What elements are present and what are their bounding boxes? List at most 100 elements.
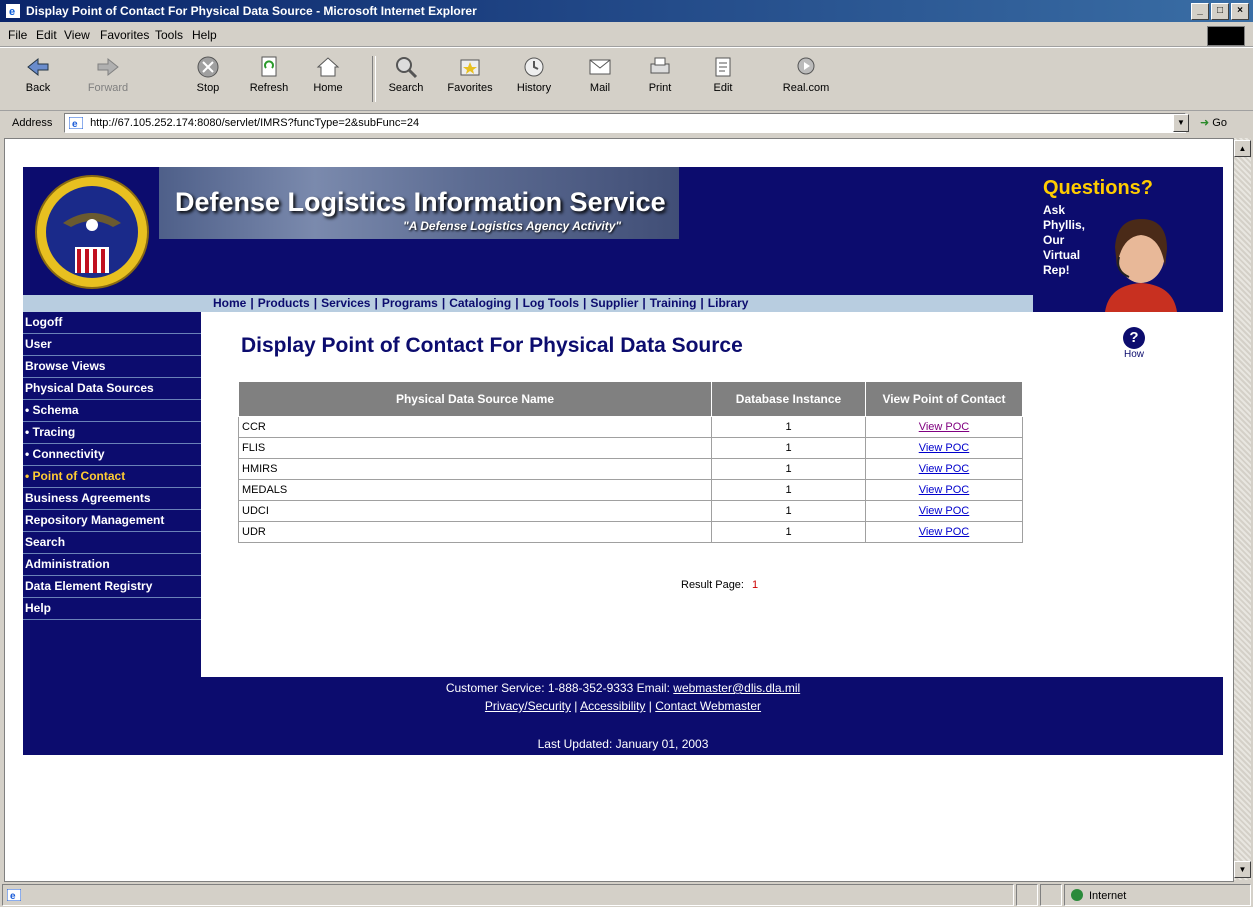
close-button[interactable]: × [1231,3,1249,20]
leftnav-browse-views[interactable]: Browse Views [23,356,201,378]
realcom-button[interactable]: Real.com [778,52,834,106]
back-label: Back [25,82,51,94]
leftnav-help[interactable]: Help [23,598,201,620]
mail-icon [589,59,611,75]
contact-webmaster-link[interactable]: Contact Webmaster [655,699,761,713]
zone-label: Internet [1089,890,1127,902]
refresh-button[interactable]: Refresh [248,52,290,106]
page-number-link[interactable]: 1 [752,579,758,591]
leftnav-search[interactable]: Search [23,532,201,554]
leftnav-repository-management[interactable]: Repository Management [23,510,201,532]
leftnav-schema[interactable]: • Schema [23,400,201,422]
status-zone-pane: Internet [1064,884,1251,906]
view-poc-link[interactable]: View POC [919,421,970,433]
view-poc-link[interactable]: View POC [919,442,970,454]
nav-home[interactable]: Home [213,296,246,310]
footer-links: Privacy/Security | Accessibility | Conta… [484,699,762,713]
menu-edit[interactable]: Edit [36,24,57,46]
home-label: Home [313,82,343,94]
leftnav-connectivity[interactable]: • Connectivity [23,444,201,466]
window-title: Display Point of Contact For Physical Da… [26,4,477,18]
home-icon [316,57,340,77]
home-button[interactable]: Home [310,52,346,106]
nav-log-tools[interactable]: Log Tools [523,296,579,310]
col-header-name: Physical Data Source Name [238,381,712,417]
svg-text:e: e [10,891,16,901]
nav-services[interactable]: Services [321,296,370,310]
virtual-rep-box[interactable]: Questions? Ask Phyllis, Our Virtual Rep! [1033,167,1183,312]
site-footer: Customer Service: 1-888-352-9333 Email: … [23,677,1223,755]
view-poc-link[interactable]: View POC [919,526,970,538]
nav-training[interactable]: Training [650,296,697,310]
svg-text:e: e [72,119,78,129]
banner-subtitle: "A Defense Logistics Agency Activity" [403,219,622,233]
site-banner: Defense Logistics Information Service "A… [23,167,1223,312]
menu-file[interactable]: File [8,24,27,46]
address-url: http://67.105.252.174:8080/servlet/IMRS?… [90,117,420,129]
address-input[interactable]: e http://67.105.252.174:8080/servlet/IMR… [64,113,1186,133]
page-icon: e [69,117,83,130]
webmaster-email-link[interactable]: webmaster@dlis.dla.mil [673,681,800,695]
dla-seal-logo [35,175,149,289]
menu-help[interactable]: Help [192,24,217,46]
nav-products[interactable]: Products [258,296,310,310]
leftnav-tracing[interactable]: • Tracing [23,422,201,444]
privacy-security-link[interactable]: Privacy/Security [485,699,571,713]
question-mark-icon: ? [1123,327,1145,349]
leftnav-point-of-contact[interactable]: • Point of Contact [23,466,201,488]
scroll-down-icon[interactable]: ▼ [1234,861,1251,878]
status-pane [1040,884,1062,906]
windows-throbber-icon [1207,26,1245,46]
db-instance: 1 [711,500,866,522]
address-dropdown-button[interactable]: ▼ [1173,114,1189,132]
leftnav-business-agreements[interactable]: Business Agreements [23,488,201,510]
forward-button[interactable]: Forward [86,52,130,106]
table-row: CCR 1 View POC [238,416,1023,438]
nav-cataloging[interactable]: Cataloging [449,296,511,310]
address-bar: Address e http://67.105.252.174:8080/ser… [0,111,1253,135]
nav-supplier[interactable]: Supplier [590,296,638,310]
favorites-button[interactable]: Favorites [442,52,498,106]
back-button[interactable]: Back [18,52,58,106]
favorites-label: Favorites [447,82,493,94]
left-nav: Logoff User Browse Views Physical Data S… [23,312,201,677]
vertical-scrollbar[interactable]: ▲ ▼ [1234,138,1251,880]
edit-page-icon [715,57,731,77]
how-help-button[interactable]: ? How [1123,327,1145,360]
minimize-button[interactable]: _ [1191,3,1209,20]
leftnav-logoff[interactable]: Logoff [23,312,201,334]
stop-button[interactable]: Stop [190,52,226,106]
source-name: UDR [238,521,712,543]
leftnav-data-element-registry[interactable]: Data Element Registry [23,576,201,598]
questions-title: Questions? [1043,177,1154,199]
questions-text: Ask Phyllis, Our Virtual Rep! [1043,203,1086,277]
search-button[interactable]: Search [384,52,428,106]
search-icon [396,57,418,79]
nav-programs[interactable]: Programs [382,296,438,310]
history-button[interactable]: History [512,52,556,106]
nav-library[interactable]: Library [708,296,749,310]
real-player-icon [797,57,815,75]
leftnav-physical-data-sources[interactable]: Physical Data Sources [23,378,201,400]
view-poc-link[interactable]: View POC [919,463,970,475]
view-poc-link[interactable]: View POC [919,505,970,517]
print-button[interactable]: Print [642,52,678,106]
maximize-button[interactable]: □ [1211,3,1229,20]
last-updated: Last Updated: January 01, 2003 [537,737,709,751]
table-header-row: Physical Data Source Name Database Insta… [238,381,1023,417]
leftnav-user[interactable]: User [23,334,201,356]
menu-view[interactable]: View [64,24,90,46]
edit-button[interactable]: Edit [706,52,740,106]
result-pagination: Result Page: 1 [681,579,758,591]
menu-tools[interactable]: Tools [155,24,183,46]
mail-button[interactable]: Mail [580,52,620,106]
favorites-icon [460,59,480,76]
go-button[interactable]: ➜ Go [1200,111,1227,135]
accessibility-link[interactable]: Accessibility [580,699,645,713]
menubar: File Edit View Favorites Tools Help [0,24,1253,47]
table-row: FLIS 1 View POC [238,437,1023,459]
view-poc-link[interactable]: View POC [919,484,970,496]
menu-favorites[interactable]: Favorites [100,24,149,46]
leftnav-administration[interactable]: Administration [23,554,201,576]
scroll-up-icon[interactable]: ▲ [1234,140,1251,157]
